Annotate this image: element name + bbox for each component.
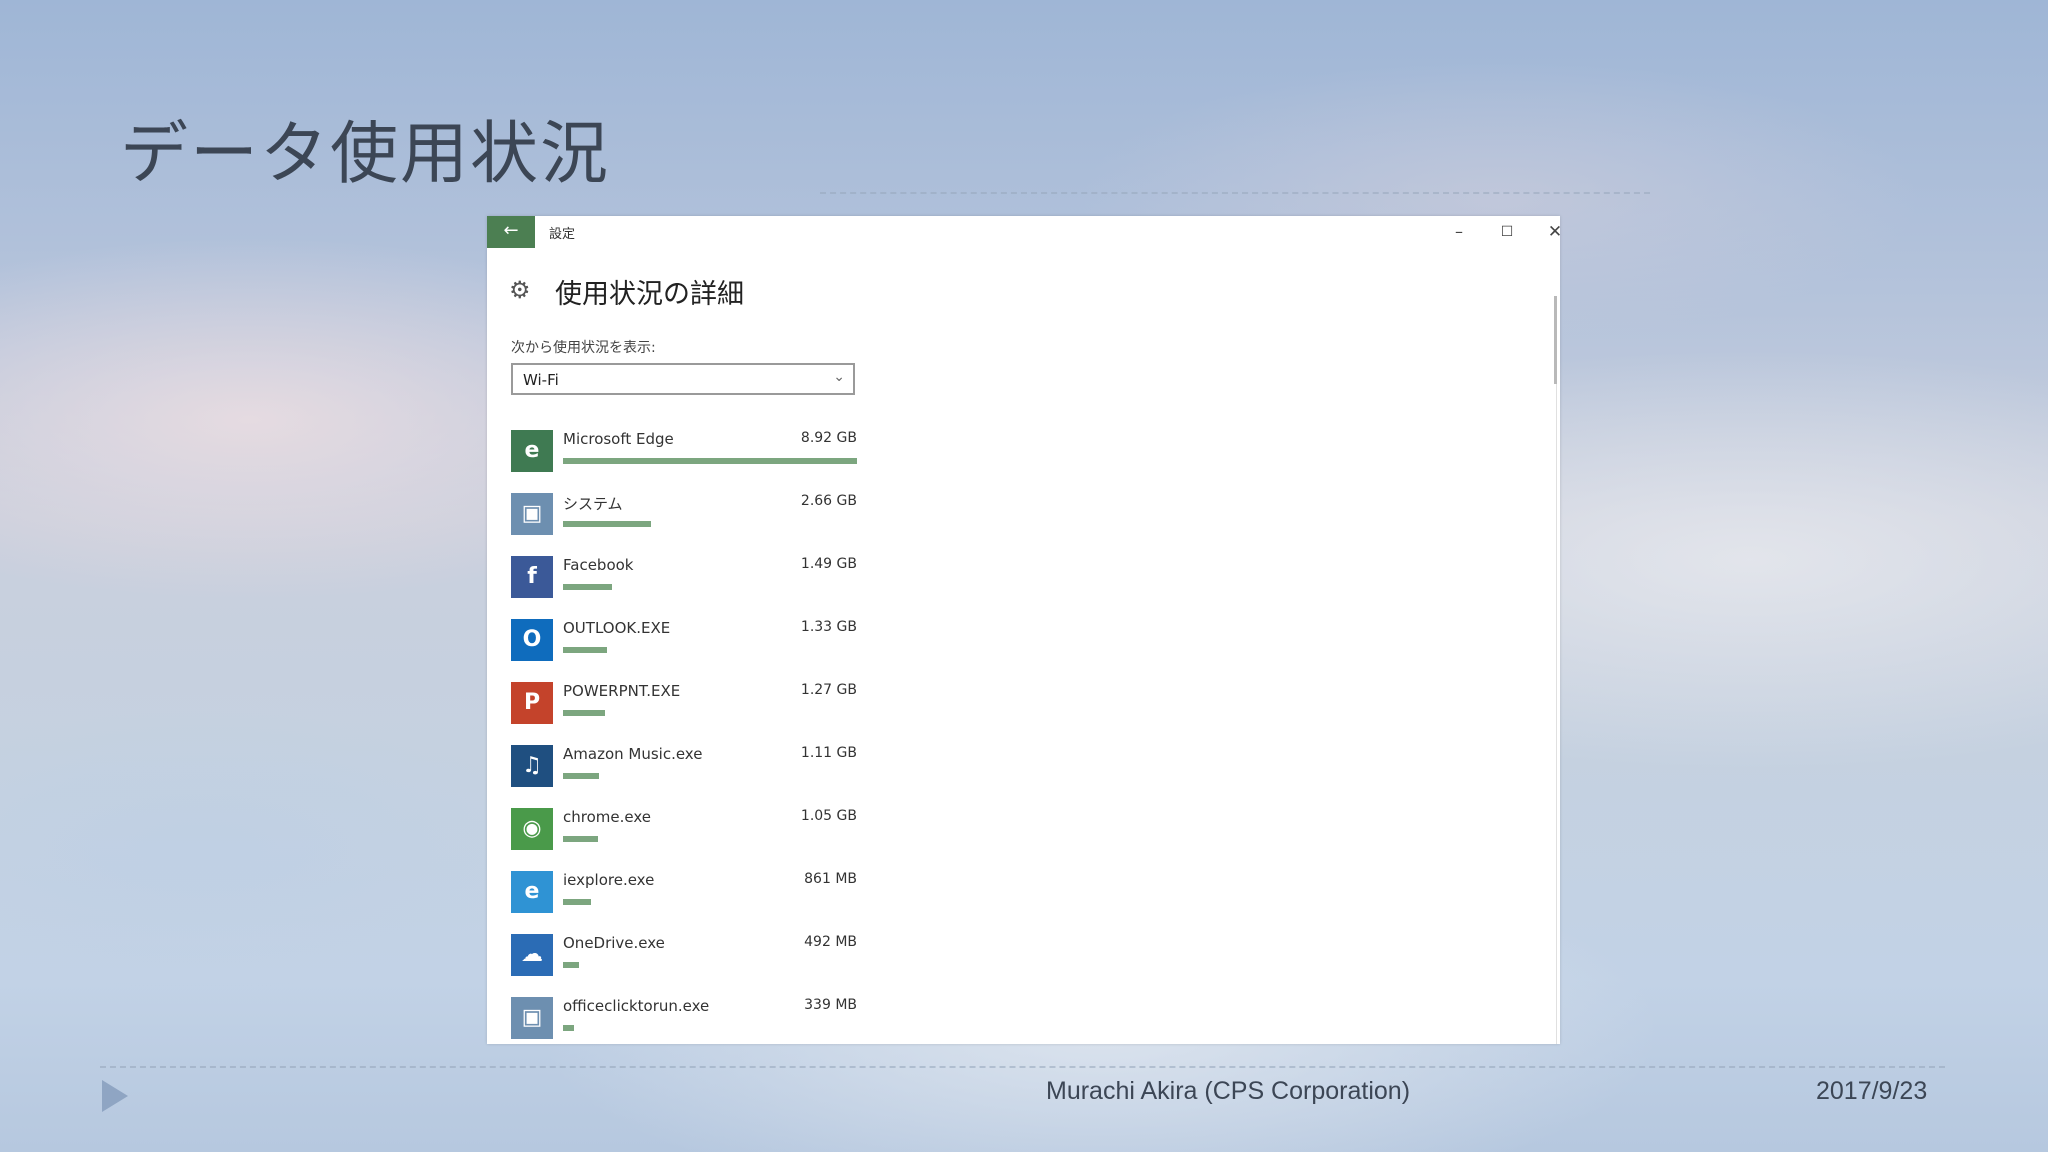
usage-bar-fill [563,836,598,842]
app-data-size: 2.66 GB [800,493,857,509]
office-icon: ▣ [511,997,553,1039]
app-usage-row[interactable]: ▣ システム 2.66 GB [511,493,857,556]
usage-bar [563,1025,857,1031]
scrollbar-thumb[interactable] [1554,296,1557,384]
footer-date: 2017/9/23 [1816,1077,1928,1105]
close-button[interactable]: ✕ [1535,220,1560,244]
window-title: 設定 [549,227,576,242]
app-data-size: 339 MB [804,997,857,1013]
usage-bar-fill [563,521,651,527]
usage-bar [563,710,857,716]
edge-icon: e [511,430,553,472]
app-name: OneDrive.exe [563,934,665,952]
usage-bar-fill [563,962,579,968]
page-title: 使用状況の詳細 [555,279,744,310]
onedrive-icon: ☁ [511,934,553,976]
maximize-button[interactable]: ☐ [1487,220,1527,244]
app-name: Facebook [563,556,634,574]
footer-divider [100,1066,1945,1068]
back-button[interactable]: ← [487,216,535,248]
app-data-size: 1.33 GB [800,619,857,635]
usage-bar [563,899,857,905]
usage-bar-fill [563,647,607,653]
play-arrow-icon [102,1080,128,1112]
usage-bar-fill [563,584,613,590]
usage-bar-fill [563,458,857,464]
slide-title: データ使用状況 [120,115,611,194]
app-name: Microsoft Edge [563,430,674,448]
app-usage-row[interactable]: ☁ OneDrive.exe 492 MB [511,934,857,997]
settings-window: ← 設定 – ☐ ✕ ⚙ 使用状況の詳細 次から使用状況を表示: Wi-Fi ⌄… [487,216,1560,1044]
chrome-icon: ◉ [511,808,553,850]
usage-bar [563,521,857,527]
app-name: officeclicktorun.exe [563,997,710,1015]
scrollbar-track [1556,296,1557,1044]
usage-bar [563,773,857,779]
usage-bar [563,458,857,464]
app-usage-row[interactable]: P POWERPNT.EXE 1.27 GB [511,682,857,745]
powerpoint-icon: P [511,682,553,724]
app-data-size: 1.49 GB [800,556,857,572]
minimize-button[interactable]: – [1439,220,1479,244]
app-usage-row[interactable]: e Microsoft Edge 8.92 GB [511,430,857,493]
app-name: OUTLOOK.EXE [563,619,671,637]
footer-author: Murachi Akira (CPS Corporation) [1046,1077,1411,1105]
app-usage-row[interactable]: ♫ Amazon Music.exe 1.11 GB [511,745,857,808]
usage-bar-fill [563,710,605,716]
outlook-icon: O [511,619,553,661]
app-usage-row[interactable]: e iexplore.exe 861 MB [511,871,857,934]
usage-bar [563,584,857,590]
amazon-music-icon: ♫ [511,745,553,787]
network-dropdown[interactable]: Wi-Fi ⌄ [511,363,855,395]
usage-bar-fill [563,899,591,905]
app-data-size: 1.27 GB [800,682,857,698]
usage-bar [563,647,857,653]
show-usage-label: 次から使用状況を表示: [511,340,656,356]
app-name: iexplore.exe [563,871,655,889]
title-divider [820,192,1650,194]
title-bar: ← 設定 – ☐ ✕ [487,216,1560,248]
app-usage-list: e Microsoft Edge 8.92 GB ▣ システム 2.66 GB f Faceb… [511,430,857,1044]
app-data-size: 861 MB [804,871,857,887]
usage-bar [563,962,857,968]
app-usage-row[interactable]: f Facebook 1.49 GB [511,556,857,619]
usage-bar [563,836,857,842]
app-data-size: 1.11 GB [800,745,857,761]
app-data-size: 1.05 GB [800,808,857,824]
app-name: Amazon Music.exe [563,745,703,763]
app-name: chrome.exe [563,808,651,826]
app-name: システム [563,495,623,513]
dropdown-value: Wi-Fi [523,371,559,389]
app-name: POWERPNT.EXE [563,682,681,700]
app-usage-row[interactable]: ◉ chrome.exe 1.05 GB [511,808,857,871]
usage-bar-fill [563,773,600,779]
app-usage-row[interactable]: ▣ officeclicktorun.exe 339 MB [511,997,857,1044]
app-data-size: 8.92 GB [800,430,857,446]
chevron-down-icon: ⌄ [833,369,845,385]
usage-bar-fill [563,1025,574,1031]
app-data-size: 492 MB [804,934,857,950]
gear-icon: ⚙ [509,276,531,304]
system-icon: ▣ [511,493,553,535]
app-usage-row[interactable]: O OUTLOOK.EXE 1.33 GB [511,619,857,682]
facebook-icon: f [511,556,553,598]
internet-explorer-icon: e [511,871,553,913]
